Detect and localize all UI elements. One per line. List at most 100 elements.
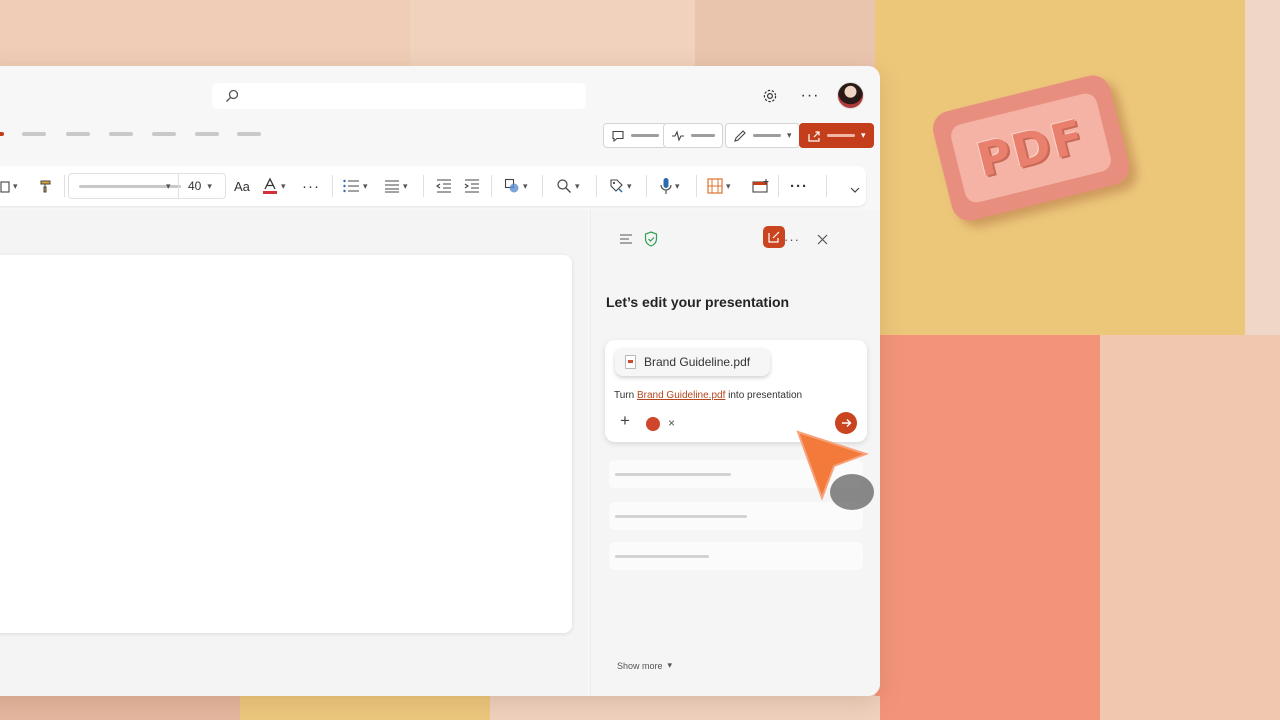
remove-context-icon[interactable]: × [668, 416, 675, 430]
paste-icon [0, 181, 10, 193]
chevron-down-icon: ▾ [726, 180, 731, 191]
menu-icon[interactable] [617, 230, 635, 248]
background-tile [1100, 335, 1280, 720]
pdf-file-icon [625, 355, 636, 369]
more-icon[interactable]: ··· [800, 86, 820, 106]
chevron-down-icon: ▾ [523, 180, 528, 191]
tab-placeholder[interactable] [66, 132, 90, 136]
background-tile [240, 696, 490, 720]
background-tile [695, 0, 880, 68]
tab-placeholder[interactable] [109, 132, 133, 136]
pdf-badge-text: PDF [948, 91, 1114, 205]
prompt-text-suffix: into presentation [725, 390, 803, 401]
font-size-value: 40 [188, 179, 202, 193]
app-window: ··· ▾ ▾ ▾ ▾ 40 ▾ Aa ▾ ··· ▾ ▾ ▾ ▾ ▾ ▾ ▾ … [0, 66, 880, 696]
attachment-file-name: Brand Guideline.pdf [644, 355, 751, 369]
add-ins-button[interactable] [752, 176, 770, 196]
chevron-down-icon: ▾ [166, 181, 171, 191]
sensitivity-button[interactable]: ▾ [608, 176, 632, 196]
chevron-down-icon: ▾ [667, 660, 673, 670]
comments-button[interactable] [603, 123, 667, 148]
chevron-down-icon: ▾ [675, 180, 680, 191]
background-tile-coral [875, 335, 1100, 720]
decrease-indent-button[interactable] [436, 176, 452, 196]
toolbar-separator [696, 175, 697, 197]
share-label-placeholder [827, 134, 855, 137]
tab-placeholder[interactable] [237, 132, 261, 136]
share-button[interactable]: ▾ [799, 123, 874, 148]
new-chat-button[interactable] [763, 226, 785, 248]
font-color-icon [263, 177, 277, 194]
find-button[interactable]: ▾ [556, 176, 580, 196]
show-more-button[interactable]: Show more ▾ [617, 660, 672, 671]
settings-icon[interactable] [760, 86, 780, 106]
comment-icon [612, 130, 624, 142]
suggestion-placeholder [615, 555, 709, 558]
pointer-cursor-illustration [796, 430, 874, 510]
comments-label-placeholder [631, 134, 659, 137]
new-chat-icon [768, 231, 780, 243]
bullets-button[interactable]: ▾ [342, 176, 368, 196]
shapes-button[interactable]: ▾ [504, 176, 528, 196]
increase-indent-button[interactable] [464, 176, 480, 196]
toolbar-separator [491, 175, 492, 197]
ribbon-tabs [0, 132, 280, 138]
pane-title: Let’s edit your presentation [606, 294, 790, 310]
align-button[interactable]: ▾ [384, 176, 408, 196]
toolbar-separator [332, 175, 333, 197]
change-case-button[interactable]: Aa [234, 176, 250, 196]
tab-active-indicator[interactable] [0, 132, 4, 136]
editing-label-placeholder [753, 134, 781, 137]
shapes-icon [504, 178, 519, 193]
change-case-label: Aa [234, 178, 250, 194]
suggestion-placeholder [615, 515, 747, 518]
designer-button[interactable]: ▾ [707, 176, 731, 196]
ribbon-toolbar: ▾ ▾ 40 ▾ Aa ▾ ··· ▾ ▾ ▾ ▾ ▾ ▾ ▾ ··· [0, 166, 866, 206]
designer-icon [707, 178, 723, 194]
font-color-button[interactable]: ▾ [262, 176, 286, 196]
editing-mode-button[interactable]: ▾ [725, 123, 800, 148]
format-painter-button[interactable] [38, 176, 54, 196]
tab-placeholder[interactable] [152, 132, 176, 136]
suggestion-placeholder [615, 473, 731, 476]
toolbar-separator [826, 175, 827, 197]
format-painter-icon [40, 180, 51, 193]
background-tile [0, 696, 240, 720]
chevron-down-icon: ▾ [363, 180, 368, 191]
pane-more-icon[interactable]: ··· [783, 230, 801, 248]
toolbar-separator [646, 175, 647, 197]
prompt-text-prefix: Turn [614, 390, 637, 401]
paste-button[interactable]: ▾ [0, 176, 18, 196]
chevron-down-icon: ▾ [861, 130, 866, 140]
add-in-icon [752, 179, 769, 193]
avatar[interactable] [837, 82, 864, 109]
slide-canvas-area [0, 210, 588, 696]
background-tile [490, 696, 880, 720]
font-size-select[interactable]: 40 ▾ [178, 173, 224, 199]
close-icon[interactable] [813, 230, 831, 248]
powerpoint-context-icon [646, 417, 660, 431]
toolbar-separator [542, 175, 543, 197]
tab-placeholder[interactable] [195, 132, 219, 136]
tab-placeholder[interactable] [22, 132, 46, 136]
add-icon[interactable]: + [617, 412, 633, 429]
expand-ribbon-button[interactable] [850, 180, 860, 200]
toolbar-separator [596, 175, 597, 197]
shield-icon[interactable] [642, 230, 660, 248]
chevron-down-icon: ▾ [403, 180, 408, 191]
chevron-down-icon: ▾ [575, 180, 580, 191]
slide[interactable] [0, 255, 572, 633]
background-tile [0, 0, 410, 68]
suggestion-item[interactable] [609, 542, 863, 570]
search-icon [226, 89, 239, 102]
background-tile [410, 0, 695, 68]
search-input[interactable] [212, 83, 586, 109]
chevron-down-icon: ▾ [13, 180, 18, 191]
catch-up-button[interactable] [663, 123, 723, 148]
dictate-button[interactable]: ▾ [660, 176, 680, 196]
prompt-file-link[interactable]: Brand Guideline.pdf [637, 390, 725, 401]
prompt-input[interactable]: Turn Brand Guideline.pdf into presentati… [614, 390, 802, 401]
attachment-chip[interactable]: Brand Guideline.pdf [615, 348, 770, 376]
more-font-options-button[interactable]: ··· [302, 176, 320, 196]
more-options-button[interactable]: ··· [790, 176, 808, 196]
